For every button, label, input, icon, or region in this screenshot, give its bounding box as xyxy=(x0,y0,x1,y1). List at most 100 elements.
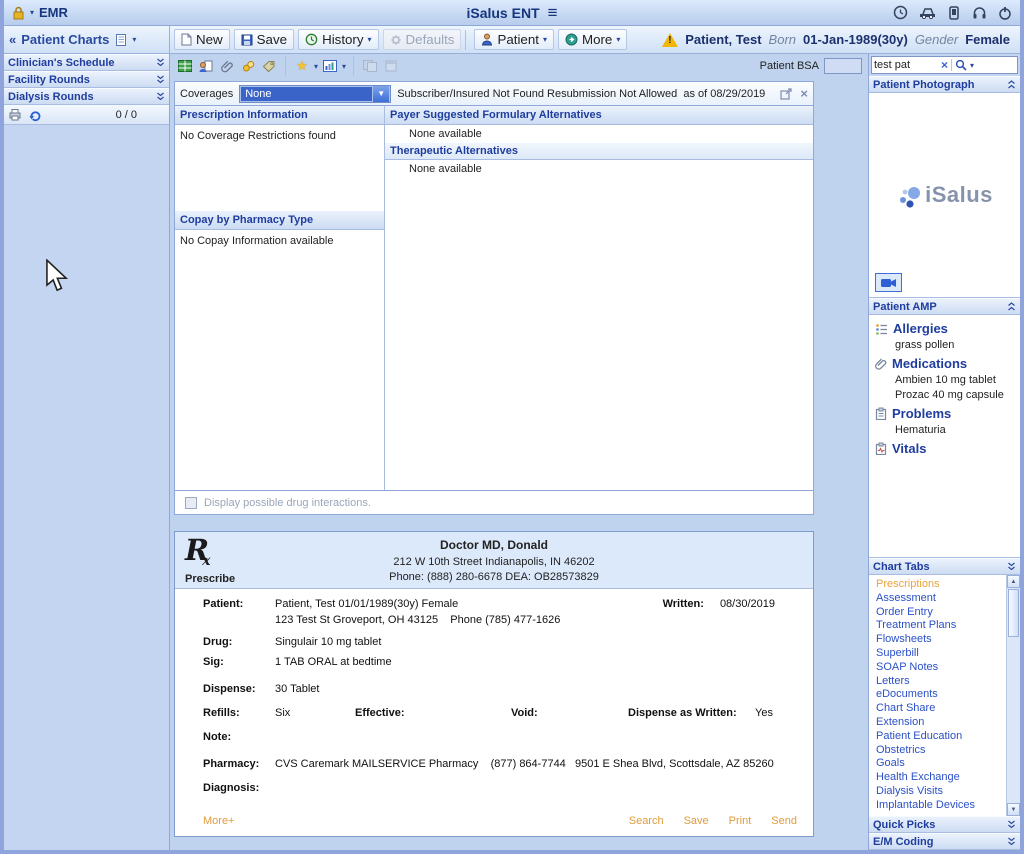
chart-tab-item[interactable]: Order Entry xyxy=(876,606,1006,620)
chart-tab-item[interactable]: Chart Share xyxy=(876,702,1006,716)
sidebar-section-header[interactable]: Clinician's Schedule xyxy=(4,54,169,71)
new-button[interactable]: New xyxy=(174,29,230,50)
lock-dropdown-icon[interactable]: ▾ xyxy=(30,8,34,17)
lock-icon[interactable] xyxy=(12,6,25,20)
chart-tab-item[interactable]: Implantable Devices xyxy=(876,799,1006,813)
allergies-icon xyxy=(875,323,888,335)
medications-section-title[interactable]: Medications xyxy=(871,353,1018,373)
amp-collapse-icon[interactable] xyxy=(1007,302,1016,312)
hamburger-menu-icon[interactable]: ≡ xyxy=(548,4,558,21)
chart-tab-item[interactable]: eDocuments xyxy=(876,688,1006,702)
save-label: Save xyxy=(257,32,287,47)
camera-button[interactable] xyxy=(875,273,902,292)
expand-chevron-icon[interactable] xyxy=(156,92,165,102)
prescription-action-link[interactable]: Send xyxy=(771,815,797,827)
allergies-section-title[interactable]: Allergies xyxy=(871,318,1018,338)
copay-header: Copay by Pharmacy Type xyxy=(175,211,384,230)
refresh-icon[interactable] xyxy=(28,108,42,122)
patient-charts-label[interactable]: Patient Charts xyxy=(21,32,109,47)
em-coding-header[interactable]: E/M Coding xyxy=(869,833,1020,850)
chart-tabs-scrollbar[interactable]: ▲ ▼ xyxy=(1006,575,1020,816)
sidebar-section-header[interactable]: Facility Rounds xyxy=(4,71,169,88)
problems-section-title[interactable]: Problems xyxy=(871,403,1018,423)
therapeutic-alternatives-value: None available xyxy=(385,160,813,178)
favorites-star-icon[interactable]: ★ xyxy=(293,58,311,75)
chart-tab-item[interactable]: Flowsheets xyxy=(876,633,1006,647)
drug-interactions-checkbox[interactable] xyxy=(185,497,197,509)
patient-search-input[interactable] xyxy=(874,59,938,71)
prescription-action-link[interactable]: Save xyxy=(684,815,709,827)
scrollbar-thumb[interactable] xyxy=(1008,589,1019,637)
clear-search-icon[interactable]: × xyxy=(941,59,948,71)
sidebar-section-header[interactable]: Dialysis Rounds xyxy=(4,88,169,105)
chart-tab-item[interactable]: Dialysis Visits xyxy=(876,785,1006,799)
gender-label: Gender xyxy=(915,32,958,47)
charts-dropdown-icon[interactable]: ▾ xyxy=(132,35,136,44)
medication-item[interactable]: Ambien 10 mg tablet xyxy=(871,373,1018,388)
diagnosis-label: Diagnosis: xyxy=(203,782,275,794)
patient-dropdown-icon[interactable]: ▾ xyxy=(543,35,547,44)
popout-icon[interactable] xyxy=(780,88,792,100)
vitals-section-title[interactable]: Vitals xyxy=(871,438,1018,458)
coverages-select-arrow-icon[interactable]: ▼ xyxy=(373,86,389,102)
close-coverage-icon[interactable]: × xyxy=(800,86,808,101)
tag-icon[interactable] xyxy=(260,58,278,75)
chart-tab-item[interactable]: Letters xyxy=(876,675,1006,689)
print-icon[interactable] xyxy=(8,108,22,121)
report-icon[interactable] xyxy=(321,58,339,75)
chart-tab-item[interactable]: Extension xyxy=(876,716,1006,730)
chart-tab-item[interactable]: Patient Education xyxy=(876,730,1006,744)
chart-tab-item[interactable]: SOAP Notes xyxy=(876,661,1006,675)
em-coding-collapse-icon[interactable] xyxy=(1007,837,1016,847)
photo-collapse-icon[interactable] xyxy=(1007,80,1016,90)
pill-icon[interactable] xyxy=(239,58,257,75)
clock-icon[interactable] xyxy=(893,5,908,20)
scroll-up-icon[interactable]: ▲ xyxy=(1007,575,1020,588)
patient-photograph-header[interactable]: Patient Photograph xyxy=(869,76,1020,93)
report-dropdown-icon[interactable]: ▾ xyxy=(342,62,346,71)
coverages-select[interactable]: None ▼ xyxy=(239,85,391,103)
prescription-action-link[interactable]: Search xyxy=(629,815,664,827)
history-button[interactable]: History ▾ xyxy=(298,29,378,50)
problem-item[interactable]: Hematuria xyxy=(871,423,1018,438)
more-dropdown-icon[interactable]: ▾ xyxy=(616,35,620,44)
more-button[interactable]: More ▾ xyxy=(558,29,627,50)
scroll-down-icon[interactable]: ▼ xyxy=(1007,803,1020,816)
chart-tab-item[interactable]: Treatment Plans xyxy=(876,619,1006,633)
power-icon[interactable] xyxy=(998,6,1012,20)
chart-tab-item[interactable]: Prescriptions xyxy=(876,578,1006,592)
favorites-dropdown-icon[interactable]: ▾ xyxy=(314,62,318,71)
chart-tab-item[interactable]: Goals xyxy=(876,757,1006,771)
headset-icon[interactable] xyxy=(972,6,987,20)
expand-chevron-icon[interactable] xyxy=(156,58,165,68)
chart-tabs-collapse-icon[interactable] xyxy=(1007,562,1016,572)
grid-save-icon[interactable] xyxy=(176,58,194,75)
prescription-action-link[interactable]: Print xyxy=(729,815,752,827)
patient-button[interactable]: Patient ▾ xyxy=(474,29,554,50)
chart-tab-item[interactable]: Superbill xyxy=(876,647,1006,661)
chart-tab-item[interactable]: Health Exchange xyxy=(876,771,1006,785)
collapse-sidebar-icon[interactable]: « xyxy=(9,32,16,47)
notebook-icon[interactable] xyxy=(114,33,127,47)
patient-chart-icon[interactable] xyxy=(197,58,215,75)
search-dropdown-icon[interactable]: ▾ xyxy=(970,61,974,70)
chart-tab-item[interactable]: Obstetrics xyxy=(876,744,1006,758)
save-button[interactable]: Save xyxy=(234,29,294,50)
quick-picks-header[interactable]: Quick Picks xyxy=(869,816,1020,833)
allergy-item[interactable]: grass pollen xyxy=(871,338,1018,353)
phone-icon[interactable] xyxy=(947,6,961,20)
search-icon[interactable] xyxy=(955,59,967,71)
paperclip-icon[interactable] xyxy=(218,58,236,75)
patient-amp-header[interactable]: Patient AMP xyxy=(869,298,1020,315)
chart-tabs-header[interactable]: Chart Tabs xyxy=(869,558,1020,575)
history-dropdown-icon[interactable]: ▾ xyxy=(368,35,372,44)
quick-picks-collapse-icon[interactable] xyxy=(1007,820,1016,830)
warning-icon[interactable]: ! xyxy=(662,33,678,47)
more-link[interactable]: More+ xyxy=(203,815,235,827)
window-title: iSalus ENT xyxy=(466,5,539,21)
expand-chevron-icon[interactable] xyxy=(156,75,165,85)
patient-bsa-input[interactable] xyxy=(824,58,862,74)
medication-item[interactable]: Prozac 40 mg capsule xyxy=(871,388,1018,403)
car-icon[interactable] xyxy=(919,6,936,19)
chart-tab-item[interactable]: Assessment xyxy=(876,592,1006,606)
